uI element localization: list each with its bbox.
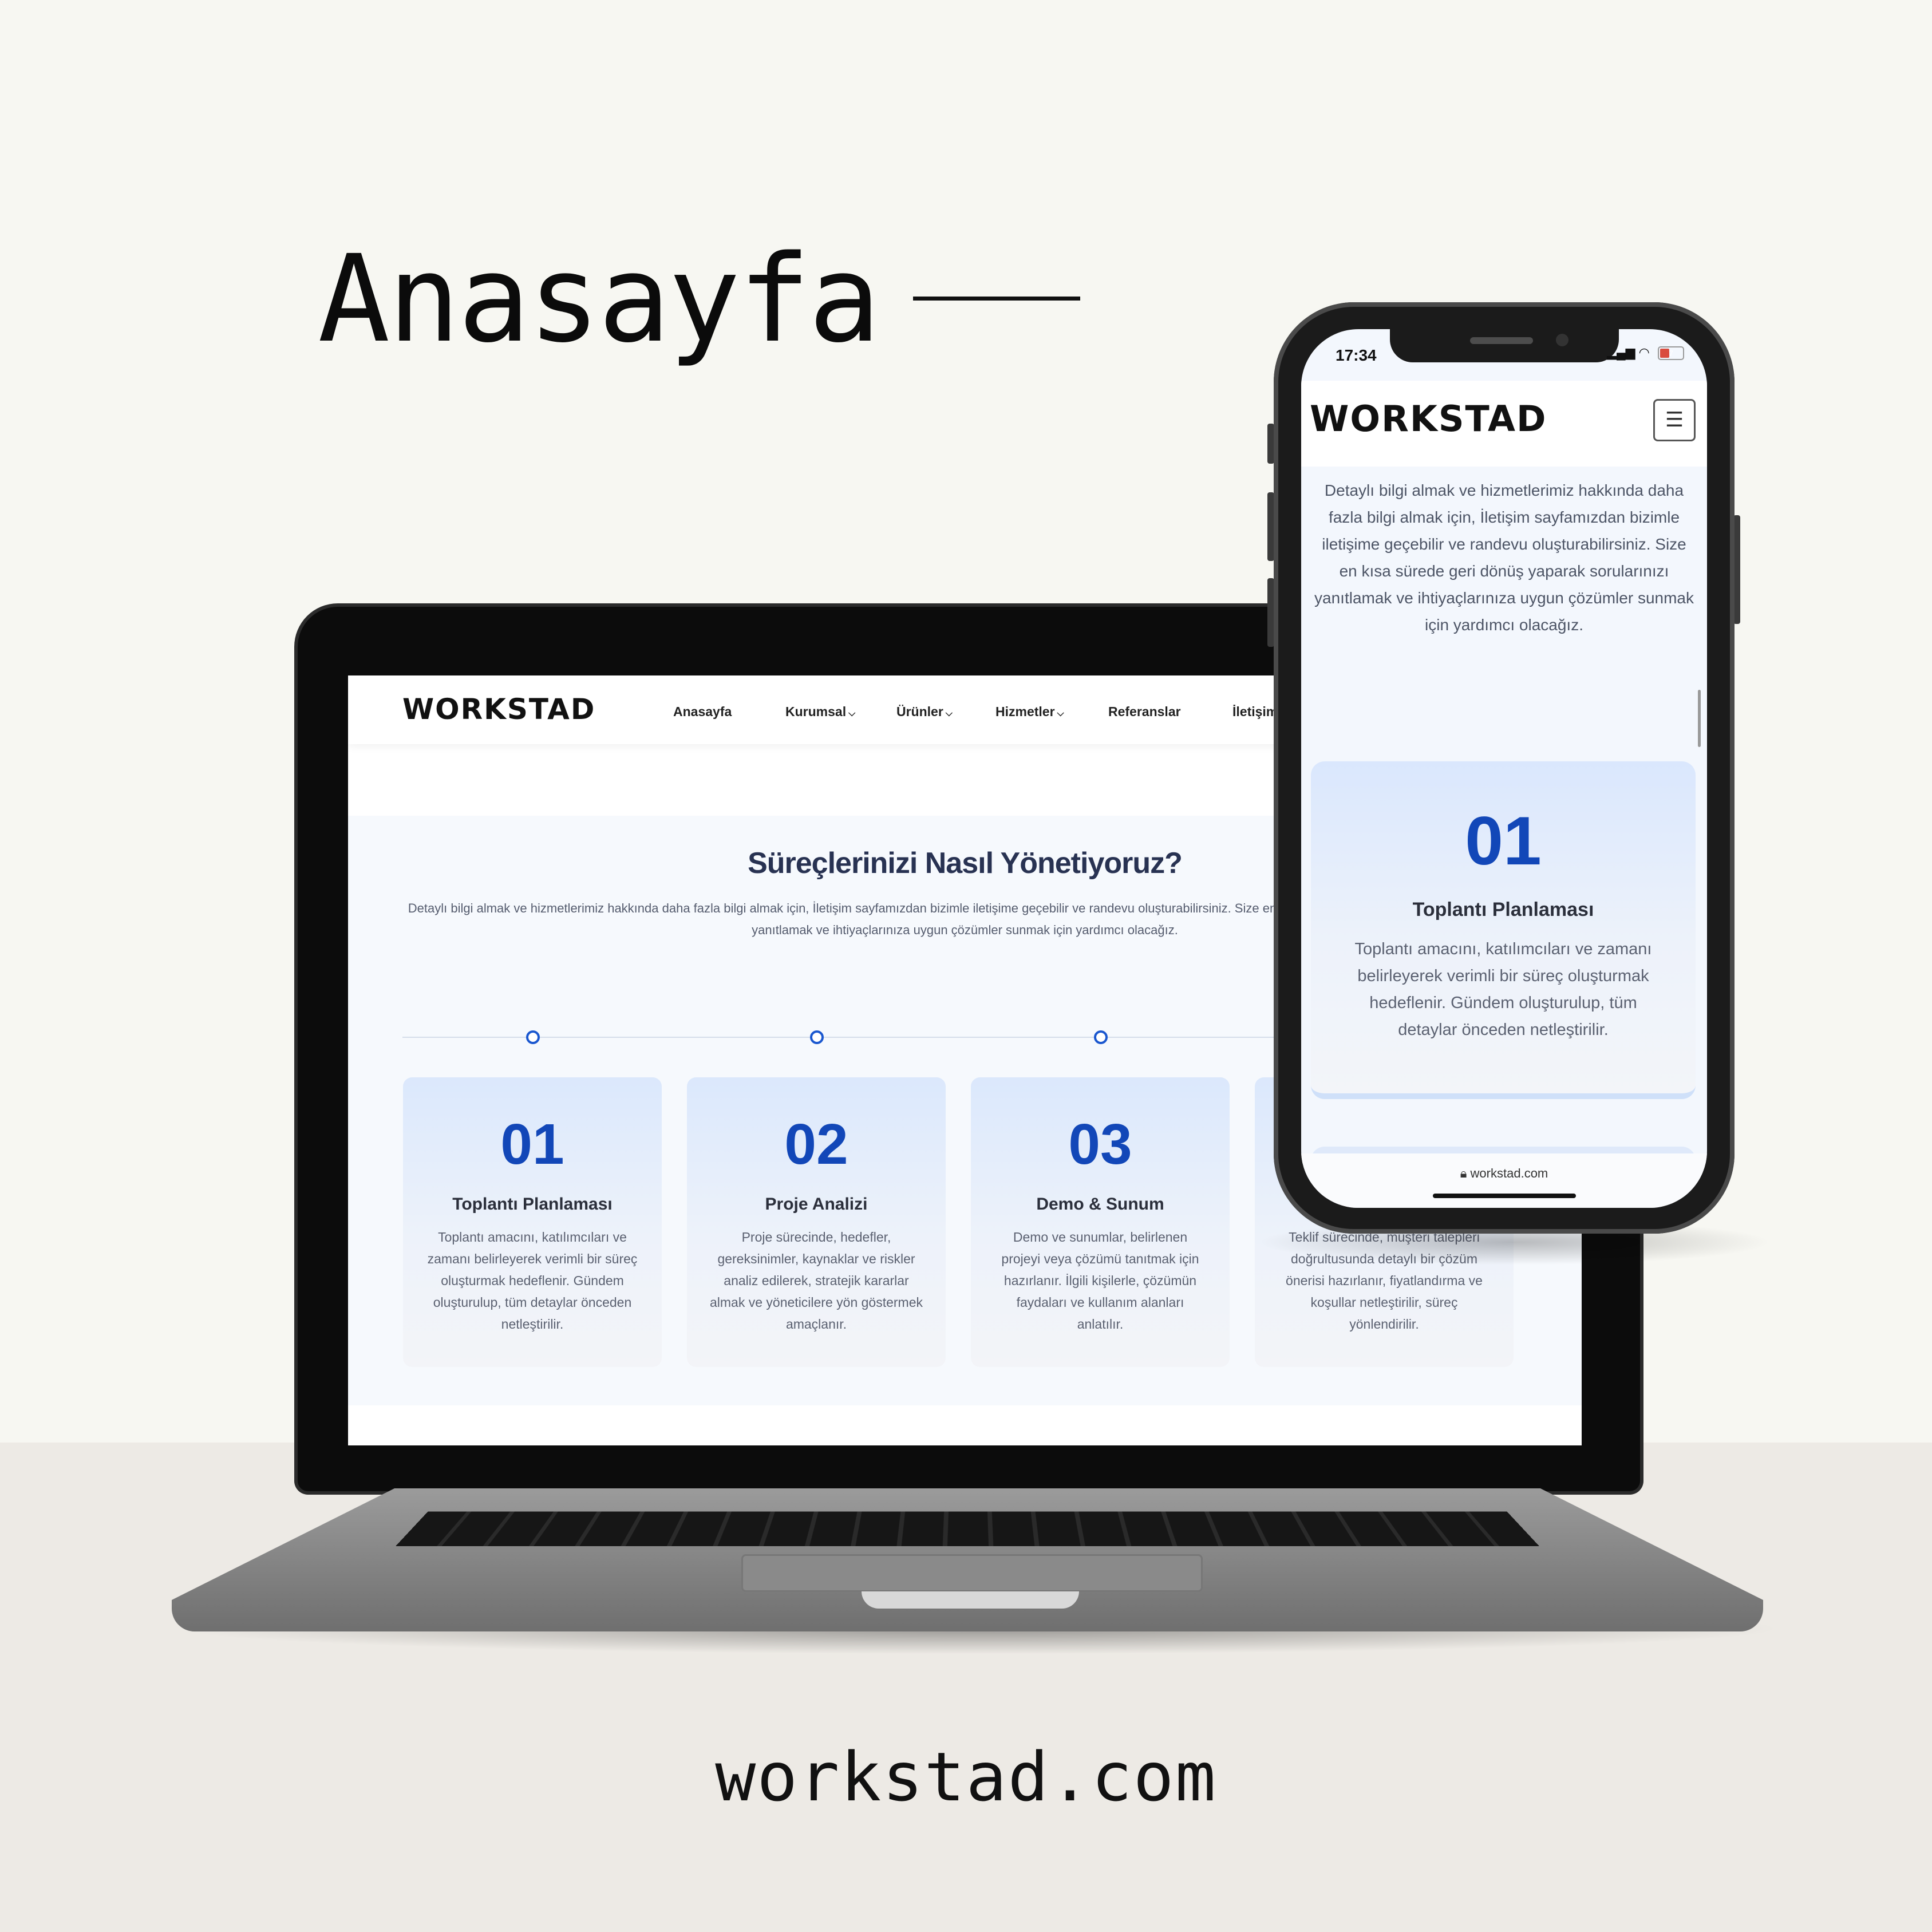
process-card: 03 Demo & Sunum Demo ve sunumlar, belirl…: [971, 1077, 1230, 1367]
section-description: Detaylı bilgi almak ve hizmetlerimiz hak…: [1314, 481, 1694, 634]
heading-dash: [913, 297, 1080, 301]
chevron-down-icon: ⌵: [848, 709, 856, 718]
home-indicator[interactable]: [1433, 1194, 1576, 1198]
hamburger-icon[interactable]: ☰: [1653, 399, 1696, 441]
card-number: 01: [500, 1112, 564, 1176]
page-heading: Anasayfa: [318, 229, 880, 369]
status-icons: ▂▄▆ ◠ 7: [1607, 345, 1684, 361]
card-description: Demo ve sunumlar, belirlenen projeyi vey…: [1001, 1230, 1199, 1332]
phone-notch: [1390, 329, 1619, 362]
card-title: Proje Analizi: [765, 1195, 868, 1214]
card-description: Toplantı amacını, katılımcıları ve zaman…: [1354, 940, 1652, 1039]
site-logo[interactable]: WORKSTAD: [1310, 398, 1547, 440]
process-card: 01 Toplantı Planlaması Toplantı amacını,…: [1311, 761, 1696, 1099]
nav-item-hizmetler[interactable]: Hizmetler ⌵: [995, 704, 1064, 720]
process-card: 02 Proje Analizi Proje sürecinde, hedefl…: [687, 1077, 946, 1367]
status-time: 17:34: [1336, 346, 1377, 364]
lock-icon: 🔒︎: [1460, 1166, 1471, 1180]
url-text: 🔒︎ workstad.com: [1460, 1166, 1548, 1180]
speaker-grille: [1470, 337, 1533, 344]
nav-item-referanslar[interactable]: Referanslar: [1108, 704, 1181, 720]
browser-url-bar[interactable]: 🔒︎ workstad.com: [1301, 1153, 1707, 1208]
wifi-icon: ◠: [1638, 345, 1650, 359]
nav-item-iletisim[interactable]: İletişim: [1232, 704, 1278, 720]
laptop-trackpad: [741, 1554, 1203, 1592]
site-logo[interactable]: WORKSTAD: [402, 693, 595, 726]
nav-item-anasayfa[interactable]: Anasayfa: [673, 704, 732, 720]
timeline-dot: [526, 1030, 540, 1044]
mobile-header: WORKSTAD: [1301, 381, 1707, 467]
nav-item-kurumsal[interactable]: Kurumsal ⌵: [785, 704, 855, 720]
card-title: Toplantı Planlaması: [452, 1195, 613, 1214]
timeline-dot: [810, 1030, 824, 1044]
scrollbar[interactable]: [1698, 690, 1701, 747]
laptop-keyboard: [395, 1511, 1540, 1547]
camera-icon: [1556, 334, 1568, 346]
card-description: Toplantı amacını, katılımcıları ve zaman…: [427, 1230, 638, 1332]
card-description: Proje sürecinde, hedefler, gereksinimler…: [710, 1230, 923, 1332]
timeline-dot: [1094, 1030, 1108, 1044]
phone-screen: 17:34 ▂▄▆ ◠ 7 WORKSTAD ☰ Detaylı bilgi a…: [1301, 329, 1707, 1208]
card-number: 03: [1068, 1112, 1132, 1176]
nav-item-urunler[interactable]: Ürünler ⌵: [896, 704, 953, 720]
card-title: Demo & Sunum: [1036, 1195, 1164, 1214]
laptop-notch: [862, 1591, 1079, 1609]
battery-icon: 7: [1658, 346, 1684, 361]
card-number: 02: [784, 1112, 848, 1176]
footer-url: workstad.com: [715, 1737, 1217, 1816]
card-number: 01: [1465, 803, 1542, 879]
signal-icon: ▂▄▆: [1607, 345, 1635, 359]
chevron-down-icon: ⌵: [1057, 709, 1064, 718]
card-title: Toplantı Planlaması: [1412, 899, 1594, 920]
chevron-down-icon: ⌵: [945, 709, 953, 718]
process-card: 01 Toplantı Planlaması Toplantı amacını,…: [403, 1077, 662, 1367]
